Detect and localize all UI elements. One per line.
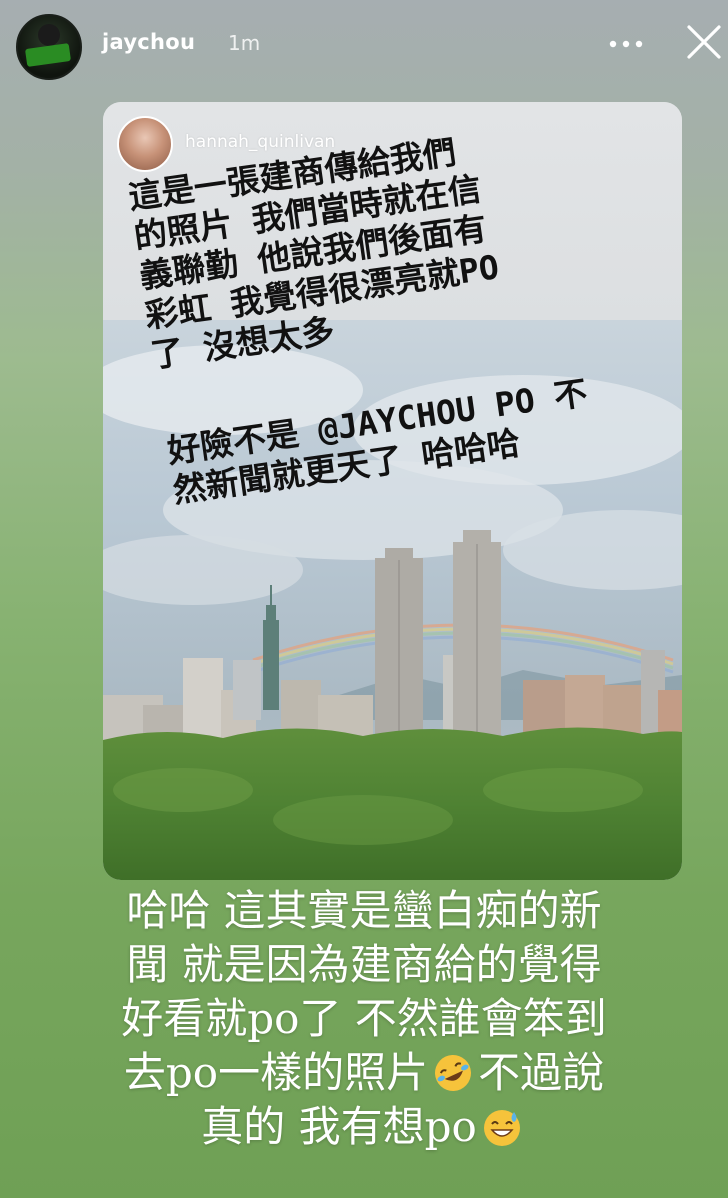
more-options-button[interactable] [604, 28, 648, 60]
avatar-figure [38, 24, 60, 46]
shared-author-username[interactable]: hannah_quinlivan [185, 132, 335, 152]
timestamp: 1m [228, 31, 261, 55]
caption-line: 好看就po了 不然誰會笨到 [121, 994, 607, 1043]
avatar-logo [24, 43, 72, 67]
caption-text: 不過說 [478, 1048, 605, 1097]
caption-text: 真的 我有想po [201, 1102, 477, 1151]
username[interactable]: jaychou [102, 30, 195, 54]
close-icon [687, 25, 721, 59]
grinning-sweat-emoji [483, 1110, 520, 1146]
caption-line: 去po一樣的照片 不過說 [40, 1046, 688, 1100]
profile-avatar[interactable] [16, 14, 82, 80]
caption-text: 去po一樣的照片 [123, 1048, 429, 1097]
more-horizontal-icon [609, 40, 643, 48]
shared-author-avatar[interactable] [117, 116, 173, 172]
story-caption: 哈哈 這其實是蠻白痴的新 聞 就是因為建商給的覺得 好看就po了 不然誰會笨到 … [40, 884, 688, 1154]
caption-line: 聞 就是因為建商給的覺得 [126, 940, 602, 989]
close-button[interactable] [684, 22, 724, 62]
shared-story-card[interactable]: hannah_quinlivan 這是一張建商傳給我們 的照片 我們當時就在信 … [103, 102, 682, 880]
caption-line: 真的 我有想po [40, 1100, 688, 1154]
story-header: jaychou 1m [0, 0, 728, 88]
caption-line: 哈哈 這其實是蠻白痴的新 [126, 886, 602, 935]
rolling-on-floor-laughing-emoji [435, 1055, 472, 1091]
